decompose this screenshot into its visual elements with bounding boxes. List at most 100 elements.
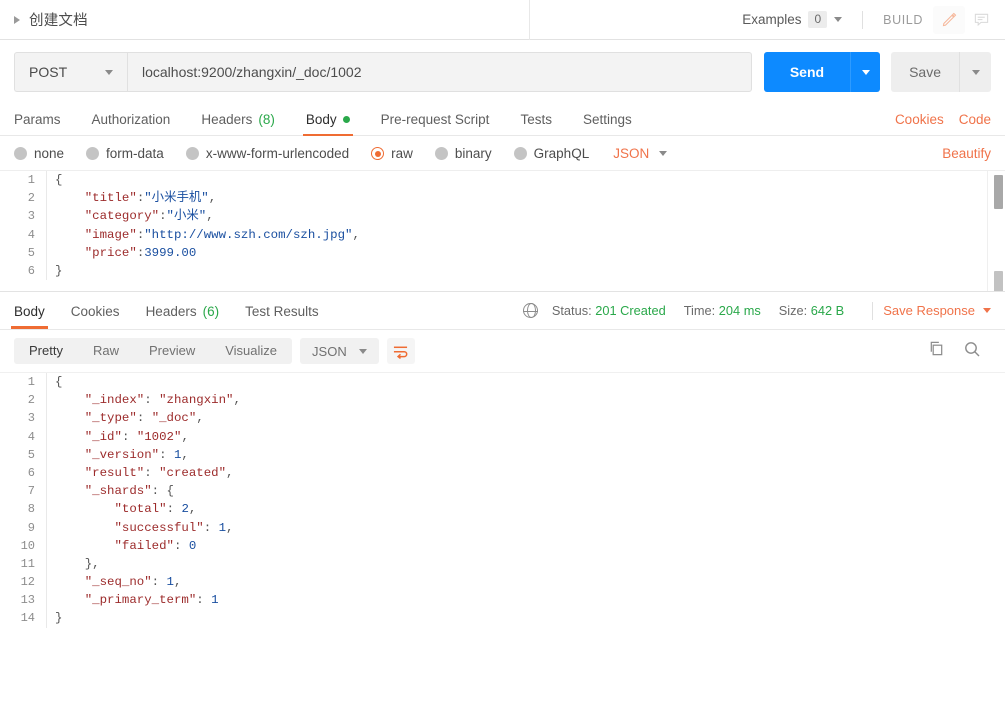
- body-type-form-data[interactable]: form-data: [86, 146, 164, 161]
- body-type-x-www-form-urlencoded[interactable]: x-www-form-urlencoded: [185, 146, 350, 161]
- request-body-code[interactable]: 1{2 "title":"小米手机", 3 "category":"小米", 4 "…: [0, 171, 1005, 281]
- request-editor-scrollbar[interactable]: [994, 175, 1003, 209]
- response-tab-test-results[interactable]: Test Results: [245, 294, 319, 328]
- size-badge: Size: 642 B: [779, 303, 844, 318]
- code-line-text: "_seq_no": 1,: [46, 573, 1005, 592]
- body-type-label: none: [34, 146, 65, 161]
- send-options-button[interactable]: [850, 52, 881, 92]
- tab-headers[interactable]: Headers (8): [201, 112, 275, 135]
- tab-tests[interactable]: Tests: [520, 112, 552, 135]
- code-token: ,: [226, 465, 234, 480]
- request-tab-strip: 创建文档 Examples 0 BUILD: [0, 0, 1005, 40]
- tab-settings[interactable]: Settings: [583, 112, 632, 135]
- http-method-select[interactable]: POST: [14, 52, 127, 92]
- response-format-select[interactable]: JSON: [300, 338, 379, 364]
- code-line-text: "failed": 0: [46, 536, 1005, 555]
- cookies-link[interactable]: Cookies: [895, 112, 944, 127]
- response-body-editor[interactable]: 1{2 "_index": "zhangxin", 3 "_type": "_do…: [0, 372, 1005, 630]
- save-response-button[interactable]: Save Response: [883, 303, 991, 318]
- code-token: :: [144, 393, 160, 408]
- code-line-text: "_primary_term": 1: [46, 591, 1005, 610]
- play-triangle-icon: [14, 15, 20, 24]
- size-value: 642 B: [810, 303, 845, 318]
- response-format-value: JSON: [312, 343, 347, 359]
- request-editor-scrollbar-lower[interactable]: [994, 271, 1003, 291]
- examples-dropdown[interactable]: Examples 0: [732, 11, 852, 28]
- body-present-dot-icon: [342, 116, 350, 123]
- code-line: 6}: [0, 261, 1005, 281]
- line-number: 8: [27, 502, 35, 517]
- save-button[interactable]: Save: [891, 52, 959, 92]
- code-token: }: [55, 611, 63, 626]
- view-preview[interactable]: Preview: [134, 338, 210, 364]
- tab-params[interactable]: Params: [14, 112, 61, 135]
- body-format-select[interactable]: JSON: [613, 146, 668, 161]
- send-button[interactable]: Send: [763, 52, 851, 92]
- code-line: 2 "title":"小米手机",: [0, 189, 1005, 208]
- code-line: 4 "_id": "1002",: [0, 427, 1005, 446]
- tab-authorization[interactable]: Authorization: [92, 112, 171, 135]
- code-token: "1002": [136, 429, 182, 444]
- tab-body[interactable]: Body: [302, 112, 353, 136]
- code-token: :: [166, 502, 182, 517]
- code-token: "image": [84, 227, 137, 242]
- code-token: "_doc": [151, 411, 197, 426]
- examples-label: Examples: [742, 12, 802, 27]
- body-type-raw[interactable]: raw: [371, 146, 413, 161]
- word-wrap-button[interactable]: [386, 338, 415, 364]
- beautify-link[interactable]: Beautify: [942, 146, 991, 161]
- radio-icon: [86, 147, 100, 160]
- body-type-binary[interactable]: binary: [434, 146, 492, 161]
- code-line: 11 },: [0, 554, 1005, 574]
- comment-button[interactable]: [965, 6, 997, 34]
- search-icon: [965, 341, 980, 356]
- save-options-button[interactable]: [959, 52, 991, 92]
- code-link[interactable]: Code: [959, 112, 991, 127]
- body-type-graphql[interactable]: GraphQL: [513, 146, 589, 161]
- code-token: 1: [211, 593, 219, 608]
- copy-button[interactable]: [928, 340, 945, 362]
- tab-label: Test Results: [245, 303, 319, 319]
- code-token: 2: [181, 502, 189, 517]
- chevron-down-icon: [358, 348, 367, 354]
- line-number: 5: [27, 447, 35, 462]
- url-input[interactable]: localhost:9200/zhangxin/_doc/1002: [127, 52, 752, 92]
- body-type-label: x-www-form-urlencoded: [205, 146, 350, 161]
- response-body-code[interactable]: 1{2 "_index": "zhangxin", 3 "_type": "_do…: [0, 373, 1005, 628]
- line-number: 7: [27, 484, 35, 499]
- edit-button[interactable]: [933, 5, 965, 34]
- tab-pre-request-script[interactable]: Pre-request Script: [381, 112, 490, 135]
- code-line-text: "total": 2,: [46, 500, 1005, 519]
- radio-icon: [434, 147, 448, 160]
- line-number: 13: [20, 593, 35, 608]
- view-raw[interactable]: Raw: [78, 338, 134, 364]
- response-tab-headers[interactable]: Headers (6): [146, 294, 220, 328]
- code-token: }: [55, 263, 63, 278]
- code-line-text: "_index": "zhangxin",: [46, 391, 1005, 410]
- code-token: "_id": [84, 429, 122, 444]
- view-pretty[interactable]: Pretty: [14, 338, 78, 364]
- examples-count-badge: 0: [808, 11, 828, 28]
- url-bar: POST localhost:9200/zhangxin/_doc/1002 S…: [0, 40, 1005, 104]
- code-line-text: {: [46, 171, 1005, 190]
- code-line-text: "result": "created",: [46, 463, 1005, 483]
- tab-label: Params: [14, 112, 61, 127]
- save-response-label: Save Response: [883, 303, 975, 318]
- response-tab-body[interactable]: Body: [11, 294, 48, 329]
- code-token: "title": [84, 191, 137, 206]
- divider: [862, 10, 864, 29]
- body-type-none[interactable]: none: [14, 146, 64, 161]
- view-visualize[interactable]: Visualize: [210, 338, 292, 364]
- code-line-text: "_id": "1002",: [46, 427, 1005, 446]
- request-body-editor[interactable]: 1{2 "title":"小米手机", 3 "category":"小米", 4 "…: [0, 170, 1005, 292]
- response-tab-cookies[interactable]: Cookies: [71, 294, 120, 328]
- request-tab-创建文档[interactable]: 创建文档: [0, 0, 530, 40]
- code-line: 10 "failed": 0: [0, 536, 1005, 555]
- search-button[interactable]: [963, 340, 981, 363]
- code-token: "小米": [166, 209, 207, 224]
